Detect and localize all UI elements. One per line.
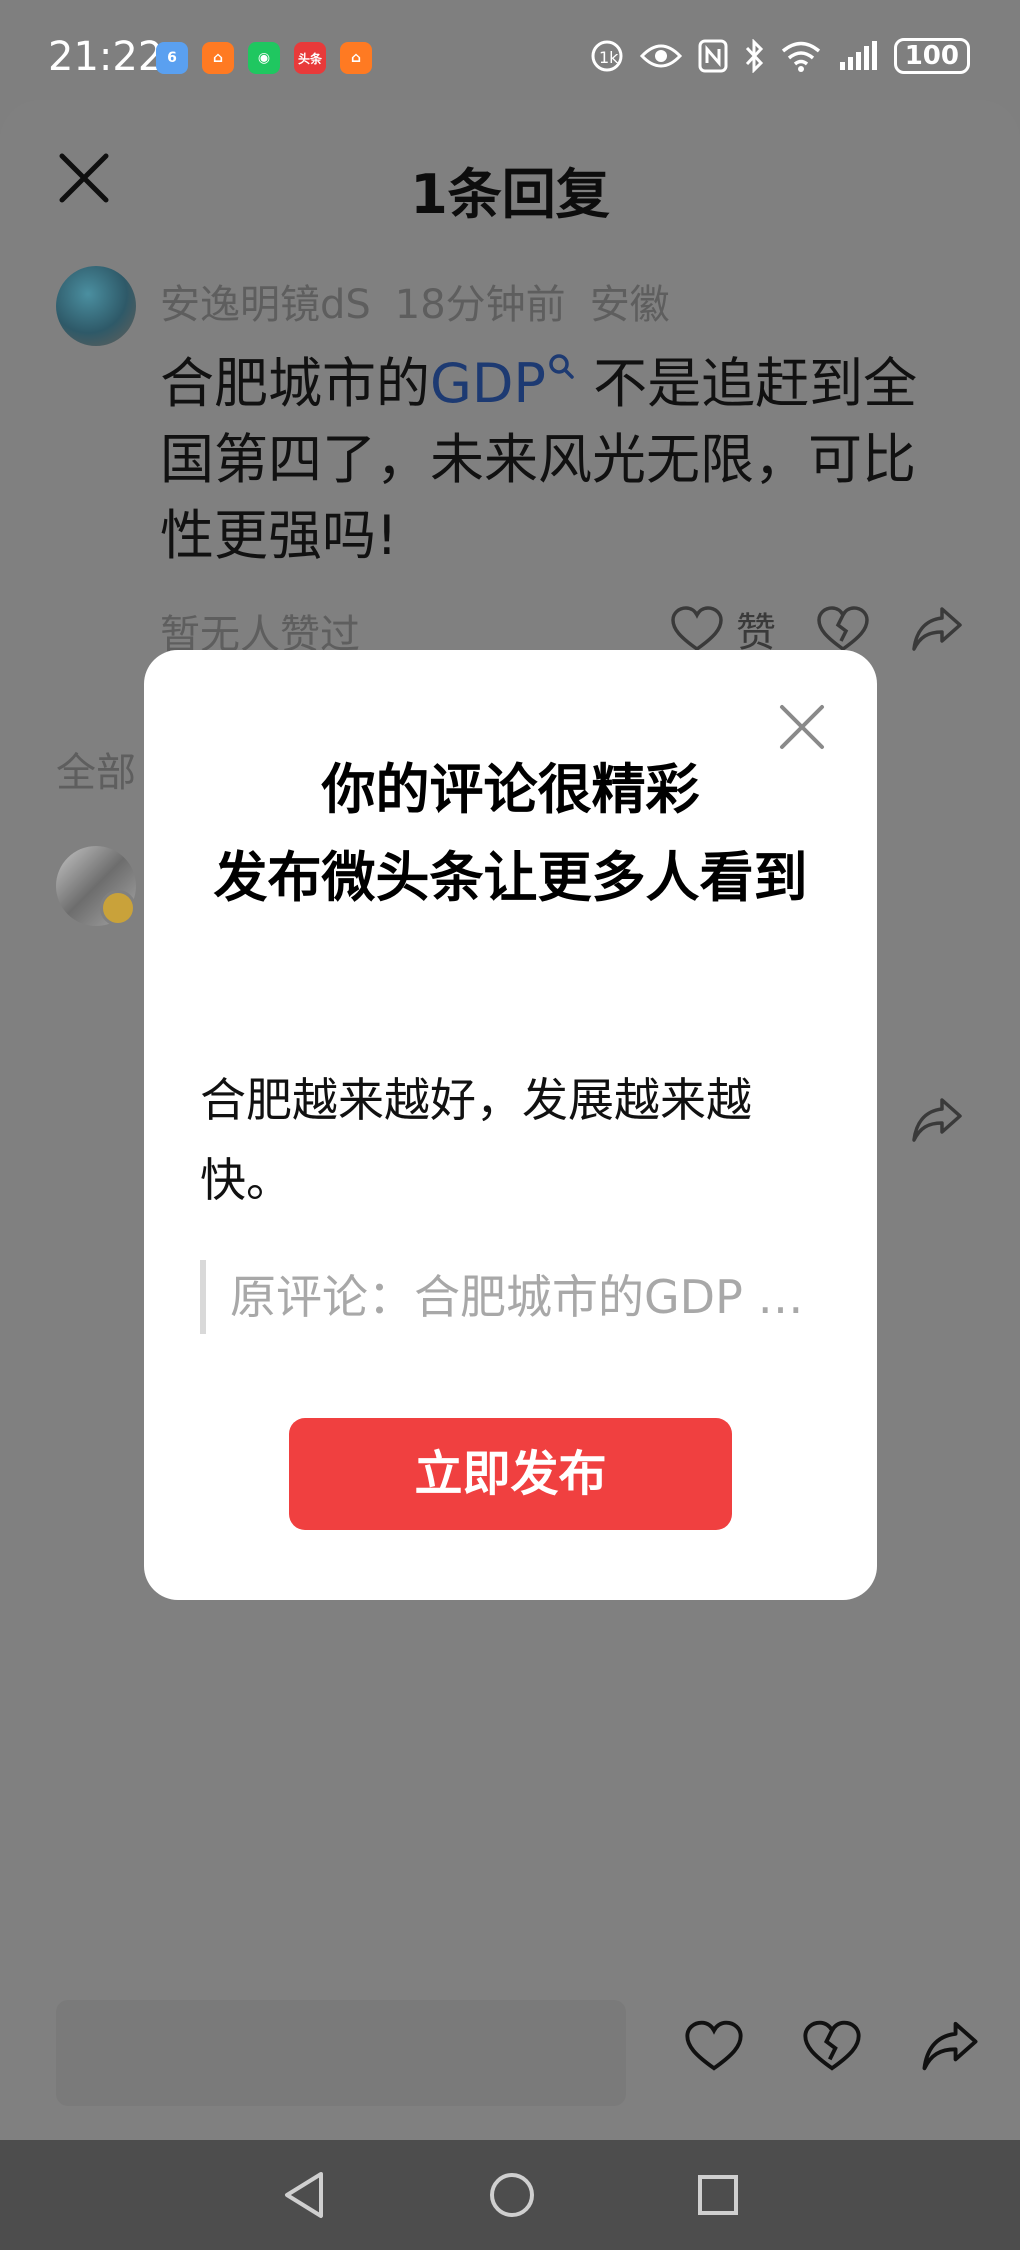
author-name[interactable]: 安逸明镜dS: [160, 272, 371, 330]
heart-icon[interactable]: [684, 2018, 744, 2074]
comment-location: 安徽: [589, 282, 670, 328]
dialog-body: 合肥越来越好，发展越来越快。: [200, 1073, 752, 1207]
search-icon: [549, 354, 574, 379]
signal-icon: [839, 41, 877, 70]
close-icon[interactable]: [777, 702, 827, 752]
original-comment: 原评论：合肥城市的GDP 不是追赶到全国第四了，未来风光无限，可比性更强吗!: [200, 1260, 820, 1334]
share-icon[interactable]: [910, 605, 964, 653]
page-title: 1条回复: [410, 163, 610, 226]
share-icon[interactable]: [910, 1096, 964, 1144]
reply-input[interactable]: [56, 2000, 626, 2106]
comment-text-start: 合肥城市的: [160, 352, 430, 415]
dialog-title: 你的评论很精彩 发布微头条让更多人看到: [204, 746, 817, 922]
app-6-icon: 6: [156, 42, 188, 74]
dislike-icon[interactable]: [802, 2018, 862, 2074]
back-icon[interactable]: [281, 2170, 327, 2220]
dialog-title-line2: 发布微头条让更多人看到: [213, 846, 808, 909]
bluetooth-icon: [745, 39, 763, 73]
wechat-icon: ◉: [248, 42, 280, 74]
wifi-icon: [781, 41, 820, 72]
notification-icons: 6 ⌂ ◉ 头条 ⌂: [156, 42, 372, 74]
gdp-link-label[interactable]: GDP: [430, 352, 546, 415]
bottom-actions: [684, 2018, 980, 2074]
comment-text: 合肥城市的GDP 不是追赶到全国第四了，未来风光无限，可比性更强吗!: [160, 346, 960, 574]
status-bar: 21:22 6 ⌂ ◉ 头条 ⌂ 1k 100: [0, 0, 1020, 110]
comment-meta: 安逸明镜dS 18分钟前 安徽: [160, 272, 670, 330]
gdp-search-link[interactable]: GDP: [430, 352, 576, 415]
system-status: 1k 100: [590, 38, 970, 74]
eye-icon: [639, 44, 682, 68]
hd-icon: 1k: [591, 40, 623, 72]
heart-icon: [671, 606, 723, 652]
nfc-icon: [698, 39, 728, 73]
share-icon[interactable]: [920, 2018, 980, 2074]
all-replies-label: 全部: [56, 750, 136, 796]
publish-button[interactable]: 立即发布: [289, 1418, 732, 1530]
dialog-title-line1: 你的评论很精彩: [321, 758, 700, 821]
avatar[interactable]: [56, 266, 136, 346]
app-orange-icon: ⌂: [340, 42, 372, 74]
comment-time: 18分钟前: [394, 282, 566, 328]
toutiao-icon: 头条: [294, 42, 326, 74]
publish-dialog: 你的评论很精彩 发布微头条让更多人看到 合肥越来越好，发展越来越快。 原评论：合…: [144, 650, 877, 1600]
app-orange-icon: ⌂: [202, 42, 234, 74]
svg-text:1k: 1k: [599, 48, 619, 67]
dislike-icon[interactable]: [816, 605, 870, 653]
recents-icon[interactable]: [697, 2174, 739, 2216]
status-time: 21:22: [48, 34, 164, 80]
battery-indicator: 100: [893, 38, 970, 74]
home-icon[interactable]: [488, 2171, 536, 2219]
navigation-bar: [0, 2140, 1020, 2250]
level-badge-icon: [100, 890, 136, 926]
